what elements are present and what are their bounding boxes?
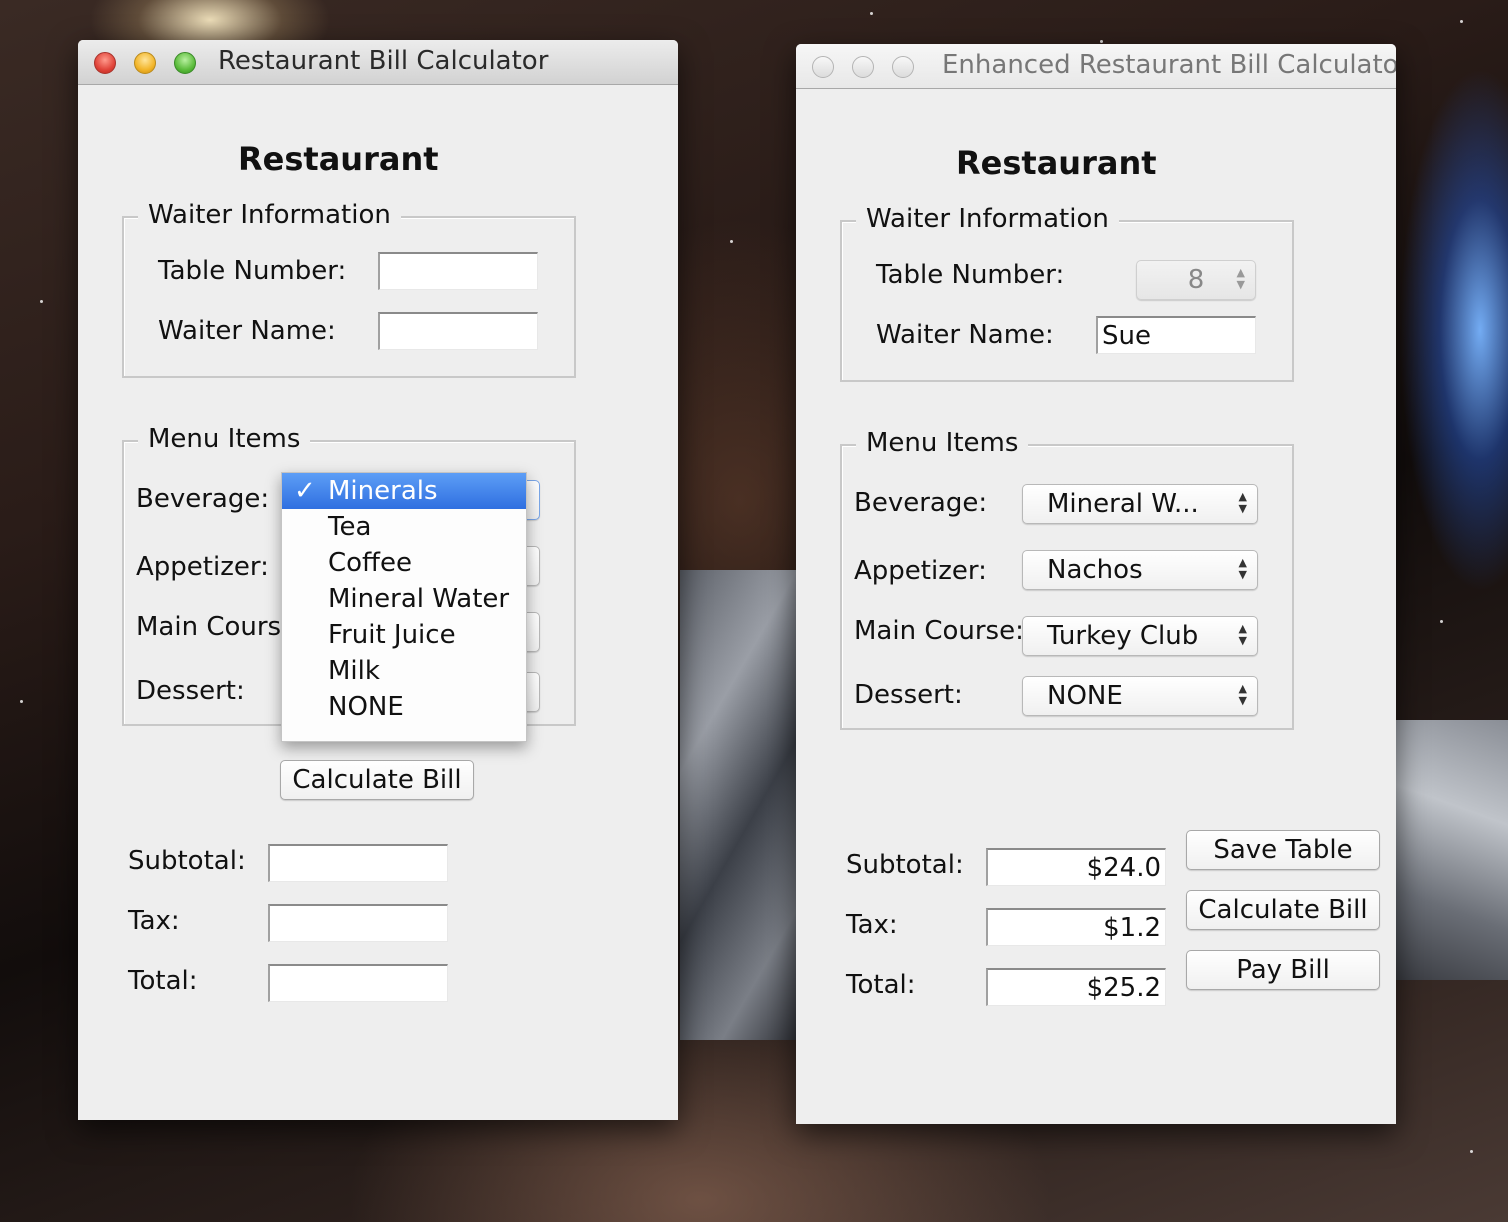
restaurant-heading: Restaurant (956, 144, 1157, 182)
dropdown-option[interactable]: Milk (282, 653, 526, 689)
close-window-button[interactable] (812, 56, 834, 78)
star (1460, 20, 1463, 23)
menu-items-group: Menu Items Beverage: Mineral W... ▲ ▼ App… (840, 428, 1294, 730)
checkmark-icon: ✓ (294, 476, 316, 506)
dessert-label: Dessert: (854, 680, 963, 710)
pay-bill-button[interactable]: Pay Bill (1186, 950, 1380, 990)
dropdown-option[interactable]: NONE (282, 689, 526, 725)
window-titlebar[interactable]: Restaurant Bill Calculator (78, 40, 678, 85)
spaceship-right-image (1396, 720, 1508, 980)
table-number-field[interactable] (378, 252, 538, 290)
main-course-selected: Turkey Club (1047, 621, 1199, 651)
subtotal-label: Subtotal: (846, 850, 964, 880)
calculate-bill-button[interactable]: Calculate Bill (1186, 890, 1380, 930)
waiter-information-legend: Waiter Information (138, 200, 401, 230)
waiter-information-group: Waiter Information Table Number: Waiter … (122, 200, 576, 378)
main-course-label: Main Course: (136, 612, 286, 642)
star (1440, 620, 1443, 623)
dropdown-option-label: Minerals (328, 476, 438, 506)
star (40, 300, 43, 303)
tax-field[interactable]: $1.2 (986, 908, 1166, 946)
restaurant-heading: Restaurant (238, 140, 439, 178)
appetizer-label: Appetizer: (854, 556, 987, 586)
waiter-name-field[interactable] (378, 312, 538, 350)
dropdown-option[interactable]: Coffee (282, 545, 526, 581)
minimize-window-button[interactable] (852, 56, 874, 78)
window-title: Restaurant Bill Calculator (218, 46, 549, 76)
total-label: Total: (128, 966, 198, 996)
menu-items-legend: Menu Items (856, 428, 1029, 458)
dessert-combo[interactable]: NONE ▲ ▼ (1022, 676, 1258, 716)
waiter-name-label: Waiter Name: (158, 316, 336, 346)
menu-items-legend: Menu Items (138, 424, 311, 454)
main-course-combo[interactable]: Turkey Club ▲ ▼ (1022, 616, 1258, 656)
appetizer-selected: Nachos (1047, 555, 1143, 585)
dessert-label: Dessert: (136, 676, 245, 706)
table-number-label: Table Number: (876, 260, 1065, 290)
beverage-label: Beverage: (136, 484, 270, 514)
save-table-button[interactable]: Save Table (1186, 830, 1380, 870)
total-label: Total: (846, 970, 916, 1000)
table-number-label: Table Number: (158, 256, 347, 286)
close-window-button[interactable] (94, 52, 116, 74)
zoom-window-button[interactable] (174, 52, 196, 74)
tax-field[interactable] (268, 904, 448, 942)
dropdown-option[interactable]: Mineral Water (282, 581, 526, 617)
calculate-bill-button[interactable]: Calculate Bill (280, 760, 474, 800)
star (1100, 40, 1103, 43)
waiter-information-legend: Waiter Information (856, 204, 1119, 234)
minimize-window-button[interactable] (134, 52, 156, 74)
beverage-dropdown-list[interactable]: ✓ Minerals Tea Coffee Mineral Water Frui… (281, 472, 527, 742)
tax-label: Tax: (128, 906, 180, 936)
spinner-arrows-icon[interactable]: ▲ ▼ (1237, 267, 1245, 291)
beverage-label: Beverage: (854, 488, 988, 518)
dessert-selected: NONE (1047, 681, 1123, 711)
subtotal-label: Subtotal: (128, 846, 246, 876)
combo-arrows-icon: ▲ ▼ (1238, 622, 1247, 647)
star (20, 700, 23, 703)
appetizer-label: Appetizer: (136, 552, 269, 582)
total-field[interactable]: $25.2 (986, 968, 1166, 1006)
beverage-selected: Mineral W... (1047, 489, 1199, 519)
dropdown-option[interactable]: Tea (282, 509, 526, 545)
table-number-value: 8 (1187, 265, 1205, 295)
star (730, 240, 733, 243)
subtotal-field[interactable]: $24.0 (986, 848, 1166, 886)
waiter-name-label: Waiter Name: (876, 320, 1054, 350)
tax-label: Tax: (846, 910, 898, 940)
window-title: Enhanced Restaurant Bill Calculator (942, 50, 1396, 80)
bill-calculator-window: Restaurant Bill Calculator Restaurant Wa… (78, 40, 678, 1120)
dropdown-option[interactable]: Fruit Juice (282, 617, 526, 653)
combo-arrows-icon: ▲ ▼ (1238, 556, 1247, 581)
window-titlebar[interactable]: Enhanced Restaurant Bill Calculator (796, 44, 1396, 89)
spaceship-left-image (680, 570, 800, 1040)
waiter-information-group: Waiter Information Table Number: 8 ▲ ▼ Wa… (840, 204, 1294, 382)
combo-arrows-icon: ▲ ▼ (1238, 490, 1247, 515)
combo-arrows-icon: ▲ ▼ (1238, 682, 1247, 707)
enhanced-bill-calculator-window: Enhanced Restaurant Bill Calculator Rest… (796, 44, 1396, 1124)
beverage-combo[interactable]: Mineral W... ▲ ▼ (1022, 484, 1258, 524)
total-field[interactable] (268, 964, 448, 1002)
zoom-window-button[interactable] (892, 56, 914, 78)
star (870, 12, 873, 15)
star (1470, 1150, 1473, 1153)
waiter-name-field[interactable]: Sue (1096, 316, 1256, 354)
appetizer-combo[interactable]: Nachos ▲ ▼ (1022, 550, 1258, 590)
subtotal-field[interactable] (268, 844, 448, 882)
dropdown-option-selected[interactable]: ✓ Minerals (282, 473, 526, 509)
main-course-label: Main Course: (854, 616, 1024, 646)
table-number-spinner[interactable]: 8 ▲ ▼ (1136, 260, 1256, 300)
